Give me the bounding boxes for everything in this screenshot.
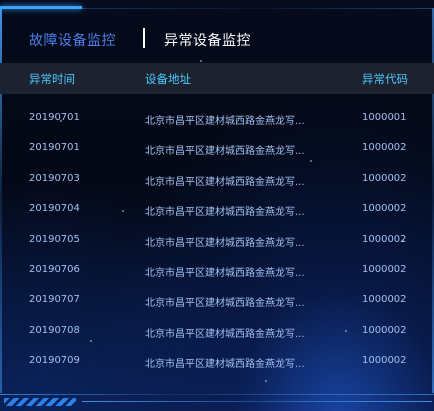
column-header-code[interactable]: 异常代码 <box>362 71 408 87</box>
column-header-address[interactable]: 设备地址 <box>145 71 191 87</box>
cell-date: 20190703 <box>29 172 80 184</box>
cell-date: 20190708 <box>29 324 80 336</box>
cell-code: 1000002 <box>362 172 407 184</box>
cell-code: 1000002 <box>362 263 407 275</box>
tab-separator <box>143 28 145 48</box>
table-body: 20190701 北京市昌平区建材城西路金燕龙写... 1000001 2019… <box>0 103 434 377</box>
cell-address: 北京市昌平区建材城西路金燕龙写... <box>145 237 305 249</box>
frame-bottom-border <box>0 394 434 395</box>
cell-address: 北京市昌平区建材城西路金燕龙写... <box>145 146 305 158</box>
cell-address: 北京市昌平区建材城西路金燕龙写... <box>145 267 305 279</box>
cell-address: 北京市昌平区建材城西路金燕龙写... <box>145 176 305 188</box>
star-decoration <box>265 380 267 382</box>
frame-bottom-line <box>82 401 432 402</box>
table-row[interactable]: 20190701 北京市昌平区建材城西路金燕龙写... 1000001 <box>0 103 434 133</box>
device-monitor-panel: 故障设备监控 异常设备监控 异常时间 设备地址 异常代码 20190701 北京… <box>0 0 434 411</box>
cell-date: 20190707 <box>29 294 80 306</box>
cell-date: 20190706 <box>29 263 80 275</box>
column-header-date[interactable]: 异常时间 <box>29 71 75 87</box>
cell-address: 北京市昌平区建材城西路金燕龙写... <box>145 116 305 127</box>
table-row[interactable]: 20190708 北京市昌平区建材城西路金燕龙写... 1000002 <box>0 316 434 346</box>
cell-code: 1000002 <box>362 324 407 336</box>
table-row[interactable]: 20190701 北京市昌平区建材城西路金燕龙写... 1000002 <box>0 133 434 163</box>
cell-code: 1000002 <box>362 294 407 306</box>
table-row[interactable]: 20190705 北京市昌平区建材城西路金燕龙写... 1000002 <box>0 225 434 255</box>
cell-date: 20190704 <box>29 203 80 215</box>
cell-date: 20190709 <box>29 355 80 367</box>
table-row[interactable]: 20190704 北京市昌平区建材城西路金燕龙写... 1000002 <box>0 194 434 224</box>
frame-top-accent <box>0 6 82 9</box>
table-row[interactable]: 20190707 北京市昌平区建材城西路金燕龙写... 1000002 <box>0 285 434 315</box>
cell-date: 20190705 <box>29 233 80 245</box>
cell-code: 1000002 <box>362 203 407 215</box>
cell-address: 北京市昌平区建材城西路金燕龙写... <box>145 328 305 340</box>
cell-code: 1000002 <box>362 142 407 154</box>
table-row[interactable]: 20190703 北京市昌平区建材城西路金燕龙写... 1000002 <box>0 164 434 194</box>
cell-code: 1000001 <box>362 112 407 123</box>
cell-address: 北京市昌平区建材城西路金燕龙写... <box>145 298 305 310</box>
cell-date: 20190701 <box>29 112 80 123</box>
table-header: 异常时间 设备地址 异常代码 <box>0 63 434 94</box>
table-row[interactable]: 20190709 北京市昌平区建材城西路金燕龙写... 1000002 <box>0 346 434 376</box>
table-row[interactable]: 20190706 北京市昌平区建材城西路金燕龙写... 1000002 <box>0 255 434 285</box>
tab-abnormal-devices[interactable]: 异常设备监控 <box>164 30 251 50</box>
tab-bar: 故障设备监控 异常设备监控 <box>0 24 434 54</box>
cell-code: 1000002 <box>362 355 407 367</box>
cell-address: 北京市昌平区建材城西路金燕龙写... <box>145 359 305 371</box>
frame-bottom-stripes <box>4 398 76 406</box>
cell-address: 北京市昌平区建材城西路金燕龙写... <box>145 207 305 219</box>
cell-date: 20190701 <box>29 142 80 154</box>
star-decoration <box>200 60 202 62</box>
cell-code: 1000002 <box>362 233 407 245</box>
tab-fault-devices[interactable]: 故障设备监控 <box>29 30 116 50</box>
